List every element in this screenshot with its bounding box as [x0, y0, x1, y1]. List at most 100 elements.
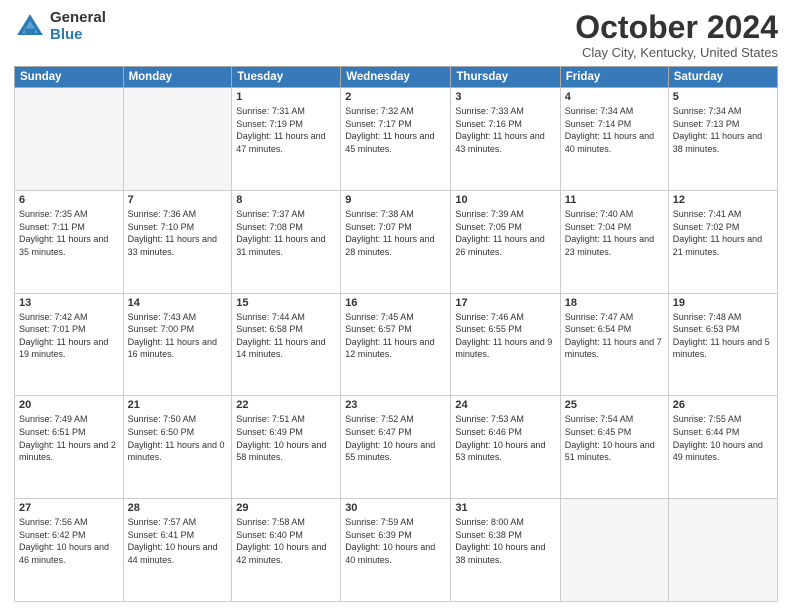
calendar-cell: 31 Sunrise: 8:00 AM Sunset: 6:38 PM Dayli…	[451, 499, 560, 602]
calendar-cell: 28 Sunrise: 7:57 AM Sunset: 6:41 PM Dayli…	[123, 499, 232, 602]
page: General Blue October 2024 Clay City, Ken…	[0, 0, 792, 612]
day-number: 26	[673, 399, 773, 411]
day-info: Sunrise: 7:53 AM Sunset: 6:46 PM Dayligh…	[455, 413, 555, 463]
col-thursday: Thursday	[451, 67, 560, 88]
calendar-week-2: 13 Sunrise: 7:42 AM Sunset: 7:01 PM Dayli…	[15, 293, 778, 396]
day-info: Sunrise: 8:00 AM Sunset: 6:38 PM Dayligh…	[455, 516, 555, 566]
col-tuesday: Tuesday	[232, 67, 341, 88]
day-info: Sunrise: 7:51 AM Sunset: 6:49 PM Dayligh…	[236, 413, 336, 463]
calendar-cell: 6 Sunrise: 7:35 AM Sunset: 7:11 PM Daylig…	[15, 190, 124, 293]
col-friday: Friday	[560, 67, 668, 88]
col-monday: Monday	[123, 67, 232, 88]
calendar-cell: 11Sunrise: 7:40 AM Sunset: 7:04 PM Dayli…	[560, 190, 668, 293]
day-number: 11	[565, 194, 664, 206]
day-number: 3	[455, 91, 555, 103]
day-info: Sunrise: 7:52 AM Sunset: 6:47 PM Dayligh…	[345, 413, 446, 463]
day-number: 22	[236, 399, 336, 411]
calendar-table: Sunday Monday Tuesday Wednesday Thursday…	[14, 66, 778, 602]
day-number: 31	[455, 502, 555, 514]
calendar-week-1: 6 Sunrise: 7:35 AM Sunset: 7:11 PM Daylig…	[15, 190, 778, 293]
calendar-week-0: 1 Sunrise: 7:31 AM Sunset: 7:19 PM Daylig…	[15, 88, 778, 191]
calendar-cell: 25 Sunrise: 7:54 AM Sunset: 6:45 PM Dayli…	[560, 396, 668, 499]
day-number: 1	[236, 91, 336, 103]
calendar-cell	[123, 88, 232, 191]
day-number: 8	[236, 194, 336, 206]
calendar-cell: 30 Sunrise: 7:59 AM Sunset: 6:39 PM Dayli…	[341, 499, 451, 602]
day-info: Sunrise: 7:47 AM Sunset: 6:54 PM Dayligh…	[565, 311, 664, 361]
day-info: Sunrise: 7:48 AM Sunset: 6:53 PM Dayligh…	[673, 311, 773, 361]
day-number: 19	[673, 297, 773, 309]
day-number: 16	[345, 297, 446, 309]
day-number: 24	[455, 399, 555, 411]
header: General Blue October 2024 Clay City, Ken…	[14, 10, 778, 60]
calendar-week-3: 20Sunrise: 7:49 AM Sunset: 6:51 PM Dayli…	[15, 396, 778, 499]
calendar-cell: 17Sunrise: 7:46 AM Sunset: 6:55 PM Dayli…	[451, 293, 560, 396]
day-number: 6	[19, 194, 119, 206]
col-saturday: Saturday	[668, 67, 777, 88]
day-info: Sunrise: 7:50 AM Sunset: 6:50 PM Dayligh…	[128, 413, 228, 463]
day-number: 10	[455, 194, 555, 206]
day-number: 29	[236, 502, 336, 514]
logo-general-text: General	[50, 10, 106, 27]
title-location: Clay City, Kentucky, United States	[575, 45, 778, 60]
calendar-cell: 4Sunrise: 7:34 AM Sunset: 7:14 PM Daylig…	[560, 88, 668, 191]
day-info: Sunrise: 7:33 AM Sunset: 7:16 PM Dayligh…	[455, 105, 555, 155]
day-info: Sunrise: 7:56 AM Sunset: 6:42 PM Dayligh…	[19, 516, 119, 566]
day-info: Sunrise: 7:43 AM Sunset: 7:00 PM Dayligh…	[128, 311, 228, 361]
day-number: 7	[128, 194, 228, 206]
day-info: Sunrise: 7:32 AM Sunset: 7:17 PM Dayligh…	[345, 105, 446, 155]
calendar-cell: 18 Sunrise: 7:47 AM Sunset: 6:54 PM Dayli…	[560, 293, 668, 396]
day-number: 5	[673, 91, 773, 103]
day-info: Sunrise: 7:31 AM Sunset: 7:19 PM Dayligh…	[236, 105, 336, 155]
day-info: Sunrise: 7:55 AM Sunset: 6:44 PM Dayligh…	[673, 413, 773, 463]
day-number: 13	[19, 297, 119, 309]
day-info: Sunrise: 7:41 AM Sunset: 7:02 PM Dayligh…	[673, 208, 773, 258]
day-info: Sunrise: 7:34 AM Sunset: 7:13 PM Dayligh…	[673, 105, 773, 155]
day-number: 28	[128, 502, 228, 514]
logo: General Blue	[14, 10, 106, 43]
calendar-cell: 19 Sunrise: 7:48 AM Sunset: 6:53 PM Dayli…	[668, 293, 777, 396]
day-number: 25	[565, 399, 664, 411]
calendar-cell: 7Sunrise: 7:36 AM Sunset: 7:10 PM Daylig…	[123, 190, 232, 293]
day-info: Sunrise: 7:38 AM Sunset: 7:07 PM Dayligh…	[345, 208, 446, 258]
logo-blue-text: Blue	[50, 27, 106, 44]
day-number: 21	[128, 399, 228, 411]
day-info: Sunrise: 7:39 AM Sunset: 7:05 PM Dayligh…	[455, 208, 555, 258]
calendar-cell: 20Sunrise: 7:49 AM Sunset: 6:51 PM Dayli…	[15, 396, 124, 499]
day-info: Sunrise: 7:35 AM Sunset: 7:11 PM Dayligh…	[19, 208, 119, 258]
day-info: Sunrise: 7:44 AM Sunset: 6:58 PM Dayligh…	[236, 311, 336, 361]
day-number: 12	[673, 194, 773, 206]
calendar-cell: 8Sunrise: 7:37 AM Sunset: 7:08 PM Daylig…	[232, 190, 341, 293]
col-wednesday: Wednesday	[341, 67, 451, 88]
day-number: 18	[565, 297, 664, 309]
calendar-cell: 9 Sunrise: 7:38 AM Sunset: 7:07 PM Daylig…	[341, 190, 451, 293]
calendar-cell: 14 Sunrise: 7:43 AM Sunset: 7:00 PM Dayli…	[123, 293, 232, 396]
day-number: 9	[345, 194, 446, 206]
day-info: Sunrise: 7:54 AM Sunset: 6:45 PM Dayligh…	[565, 413, 664, 463]
calendar-cell: 21 Sunrise: 7:50 AM Sunset: 6:50 PM Dayli…	[123, 396, 232, 499]
calendar-cell: 27 Sunrise: 7:56 AM Sunset: 6:42 PM Dayli…	[15, 499, 124, 602]
day-info: Sunrise: 7:45 AM Sunset: 6:57 PM Dayligh…	[345, 311, 446, 361]
calendar-cell: 1 Sunrise: 7:31 AM Sunset: 7:19 PM Daylig…	[232, 88, 341, 191]
logo-text: General Blue	[50, 10, 106, 43]
day-info: Sunrise: 7:58 AM Sunset: 6:40 PM Dayligh…	[236, 516, 336, 566]
day-number: 30	[345, 502, 446, 514]
calendar-cell: 15 Sunrise: 7:44 AM Sunset: 6:58 PM Dayli…	[232, 293, 341, 396]
calendar-cell: 22 Sunrise: 7:51 AM Sunset: 6:49 PM Dayli…	[232, 396, 341, 499]
day-info: Sunrise: 7:57 AM Sunset: 6:41 PM Dayligh…	[128, 516, 228, 566]
day-number: 27	[19, 502, 119, 514]
calendar-cell: 2Sunrise: 7:32 AM Sunset: 7:17 PM Daylig…	[341, 88, 451, 191]
col-sunday: Sunday	[15, 67, 124, 88]
calendar-cell: 23Sunrise: 7:52 AM Sunset: 6:47 PM Dayli…	[341, 396, 451, 499]
day-info: Sunrise: 7:34 AM Sunset: 7:14 PM Dayligh…	[565, 105, 664, 155]
calendar-cell: 16 Sunrise: 7:45 AM Sunset: 6:57 PM Dayli…	[341, 293, 451, 396]
calendar-cell	[668, 499, 777, 602]
calendar-cell	[15, 88, 124, 191]
calendar-cell: 10 Sunrise: 7:39 AM Sunset: 7:05 PM Dayli…	[451, 190, 560, 293]
calendar-cell: 29 Sunrise: 7:58 AM Sunset: 6:40 PM Dayli…	[232, 499, 341, 602]
day-number: 20	[19, 399, 119, 411]
day-info: Sunrise: 7:42 AM Sunset: 7:01 PM Dayligh…	[19, 311, 119, 361]
day-number: 15	[236, 297, 336, 309]
day-info: Sunrise: 7:59 AM Sunset: 6:39 PM Dayligh…	[345, 516, 446, 566]
day-number: 14	[128, 297, 228, 309]
